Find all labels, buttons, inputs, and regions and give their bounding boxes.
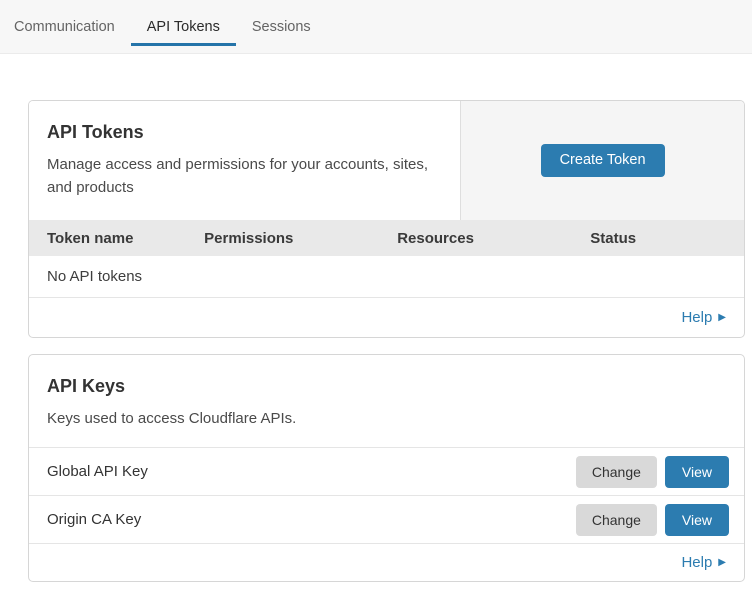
key-actions: Change View — [576, 456, 729, 488]
api-tokens-card: API Tokens Manage access and permissions… — [28, 100, 745, 338]
api-tokens-description: Manage access and permissions for your a… — [47, 153, 440, 200]
api-keys-card-header: API Keys Keys used to access Cloudflare … — [29, 355, 744, 447]
view-global-api-key-button[interactable]: View — [665, 456, 729, 488]
empty-message: No API tokens — [47, 268, 142, 285]
column-header-status: Status — [590, 230, 744, 247]
api-tokens-card-header-text: API Tokens Manage access and permissions… — [29, 101, 460, 220]
token-table-header: Token name Permissions Resources Status — [29, 220, 744, 256]
change-global-api-key-button[interactable]: Change — [576, 456, 657, 488]
tab-api-tokens[interactable]: API Tokens — [131, 0, 236, 53]
api-keys-description: Keys used to access Cloudflare APIs. — [47, 407, 726, 430]
api-tokens-card-header-action: Create Token — [460, 101, 744, 220]
key-name: Origin CA Key — [47, 511, 141, 528]
key-actions: Change View — [576, 504, 729, 536]
help-label: Help — [681, 554, 712, 571]
key-row-global-api-key: Global API Key Change View — [29, 447, 744, 495]
tab-sessions[interactable]: Sessions — [236, 0, 327, 53]
help-arrow-icon: ▶ — [718, 313, 726, 323]
column-header-resources: Resources — [397, 230, 590, 247]
main-content: API Tokens Manage access and permissions… — [0, 54, 752, 582]
api-keys-title: API Keys — [47, 376, 726, 397]
token-table-empty-row: No API tokens — [29, 256, 744, 298]
create-token-button[interactable]: Create Token — [541, 144, 665, 177]
api-tokens-title: API Tokens — [47, 122, 440, 143]
api-keys-help-row: Help ▶ — [29, 543, 744, 581]
change-origin-ca-key-button[interactable]: Change — [576, 504, 657, 536]
api-keys-card: API Keys Keys used to access Cloudflare … — [28, 354, 745, 582]
tab-bar: Communication API Tokens Sessions — [0, 0, 752, 54]
api-tokens-help-link[interactable]: Help ▶ — [681, 309, 726, 326]
help-label: Help — [681, 309, 712, 326]
view-origin-ca-key-button[interactable]: View — [665, 504, 729, 536]
column-header-permissions: Permissions — [204, 230, 397, 247]
column-header-token-name: Token name — [29, 230, 204, 247]
key-row-origin-ca-key: Origin CA Key Change View — [29, 495, 744, 543]
api-tokens-help-row: Help ▶ — [29, 298, 744, 337]
tab-communication[interactable]: Communication — [6, 0, 131, 53]
api-keys-help-link[interactable]: Help ▶ — [681, 554, 726, 571]
key-name: Global API Key — [47, 463, 148, 480]
help-arrow-icon: ▶ — [718, 558, 726, 568]
api-tokens-card-header: API Tokens Manage access and permissions… — [29, 101, 744, 220]
